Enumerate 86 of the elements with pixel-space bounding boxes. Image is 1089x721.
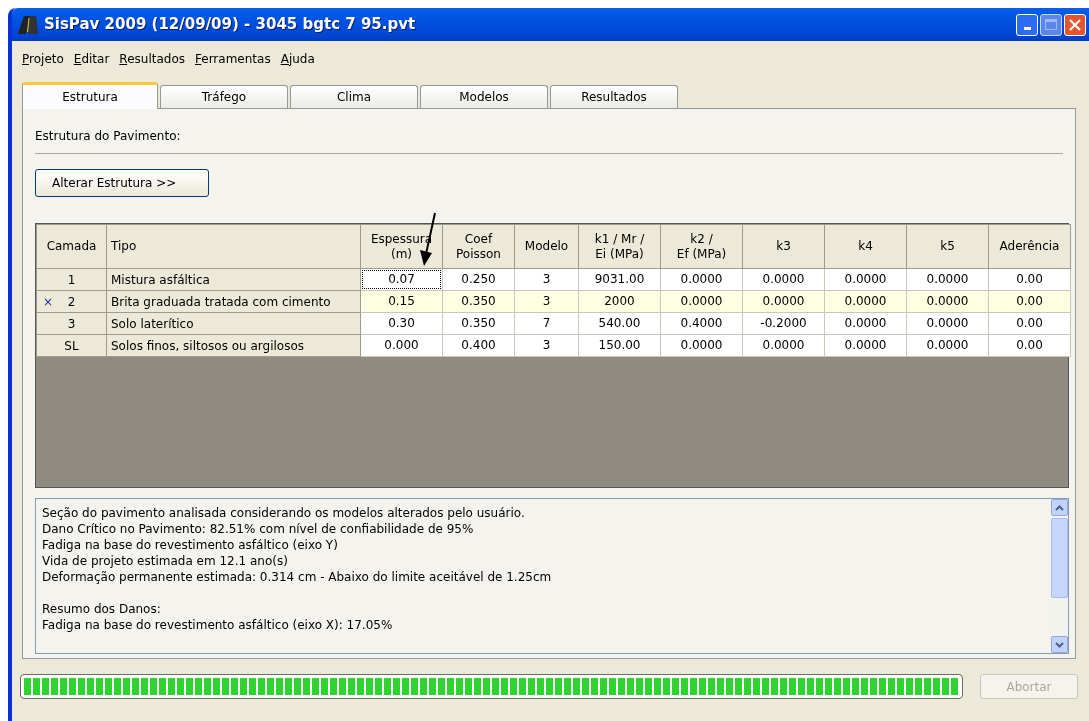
table-cell: Brita graduada tratada com cimento	[106, 290, 361, 313]
table-cell: SL	[36, 334, 107, 357]
tab[interactable]: Clima	[290, 85, 418, 108]
column-header[interactable]: k1 / Mr / Ei (MPa)	[578, 224, 661, 269]
row-marker: ×	[43, 293, 54, 311]
tab[interactable]: Modelos	[420, 85, 548, 108]
table-cell[interactable]: 0.0000	[744, 292, 823, 311]
table-cell[interactable]: 0.00	[990, 270, 1069, 289]
table-cell[interactable]: 0.0000	[826, 336, 905, 355]
menu-item[interactable]: Projeto	[18, 48, 68, 70]
column-header[interactable]: Tipo	[106, 224, 361, 269]
scrollbar[interactable]	[1051, 499, 1068, 653]
table-cell[interactable]: 3	[516, 270, 577, 289]
table-cell[interactable]: 0.250	[444, 270, 513, 289]
scroll-down-button[interactable]	[1051, 636, 1068, 653]
table-cell[interactable]: 0.0000	[908, 314, 987, 333]
table-cell[interactable]: 0.07	[362, 270, 441, 289]
table-cell[interactable]: 0.0000	[826, 292, 905, 311]
road-icon	[18, 15, 38, 34]
table-cell[interactable]: 0.00	[990, 336, 1069, 355]
table-cell[interactable]: 0.350	[444, 314, 513, 333]
menu-item[interactable]: Editar	[69, 48, 114, 70]
column-header[interactable]: k3	[742, 224, 825, 269]
table-cell[interactable]: 3	[516, 292, 577, 311]
window-title: SisPav 2009 (12/09/09) - 3045 bgtc 7 95.pvt	[44, 14, 416, 36]
table-cell[interactable]: 0.00	[990, 292, 1069, 311]
column-header[interactable]: k5	[906, 224, 989, 269]
column-header[interactable]: Coef Poisson	[442, 224, 515, 269]
table-cell[interactable]: 2000	[580, 292, 659, 311]
table-cell[interactable]: 0.0000	[662, 292, 741, 311]
close-button[interactable]	[1064, 13, 1086, 36]
table-cell: Solo laterítico	[106, 312, 361, 335]
table-cell: Solos finos, siltosos ou argilosos	[106, 334, 361, 357]
minimize-button[interactable]	[1016, 13, 1038, 36]
table-cell[interactable]: 0.0000	[826, 270, 905, 289]
caret-up-icon	[1055, 504, 1064, 511]
table-cell[interactable]: 0.0000	[908, 292, 987, 311]
table-cell[interactable]: 0.0000	[908, 336, 987, 355]
scroll-thumb[interactable]	[1051, 518, 1068, 598]
table-cell: 3	[36, 312, 107, 335]
caret-down-icon	[1055, 641, 1064, 648]
table-cell: 2 ×	[36, 290, 107, 313]
menu-item[interactable]: Ferramentas	[191, 48, 275, 70]
report-line: Deformação permanente estimada: 0.314 cm - Abaixo do limite aceitável de 1.25cm	[42, 569, 553, 585]
table-cell[interactable]: 0.0000	[744, 336, 823, 355]
report-line: Vida de projeto estimada em 12.1 ano(s)	[42, 553, 289, 569]
alter-structure-button[interactable]: Alterar Estrutura >>	[35, 169, 209, 197]
table-cell[interactable]: 0.0000	[662, 270, 741, 289]
report-line: Fadiga na base do revestimento asfáltico (eixo Y)	[42, 537, 339, 553]
report-line: Dano Crítico no Pavimento: 82.51% com nível de confiabilidade de 95%	[42, 521, 475, 537]
section-label: Estrutura do Pavimento:	[35, 128, 182, 143]
tab[interactable]: Resultados	[550, 85, 678, 108]
table-cell[interactable]: 0.0000	[662, 336, 741, 355]
maximize-button[interactable]	[1040, 13, 1062, 36]
table-cell[interactable]: 0.400	[444, 336, 513, 355]
table-cell: 1	[36, 268, 107, 291]
column-header[interactable]: k4	[824, 224, 907, 269]
column-header[interactable]: Modelo	[514, 224, 579, 269]
table-cell[interactable]: 9031.00	[580, 270, 659, 289]
close-icon	[1069, 18, 1081, 31]
column-header[interactable]: Aderência	[988, 224, 1071, 269]
table-cell[interactable]: 0.000	[362, 336, 441, 355]
table-cell[interactable]: 0.350	[444, 292, 513, 311]
table-cell[interactable]: 150.00	[580, 336, 659, 355]
menu-item[interactable]: Ajuda	[276, 48, 319, 70]
table-cell: Mistura asfáltica	[106, 268, 361, 291]
tab[interactable]: Estrutura	[22, 82, 158, 109]
report-line: Fadiga na base do revestimento asfáltico (eixo X): 17.05%	[42, 617, 394, 633]
table-cell[interactable]: 0.30	[362, 314, 441, 333]
column-header[interactable]: k2 / Ef (MPa)	[660, 224, 743, 269]
table-cell[interactable]: 3	[516, 336, 577, 355]
table-cell[interactable]: 0.0000	[826, 314, 905, 333]
table-cell[interactable]: -0.2000	[744, 314, 823, 333]
table-cell[interactable]: 0.0000	[744, 270, 823, 289]
table-cell[interactable]: 0.0000	[908, 270, 987, 289]
tab[interactable]: Tráfego	[160, 85, 288, 108]
table-cell[interactable]: 7	[516, 314, 577, 333]
report-line: Resumo dos Danos:	[42, 601, 162, 617]
table-cell[interactable]: 0.15	[362, 292, 441, 311]
table-cell[interactable]: 0.00	[990, 314, 1069, 333]
report-line: Seção do pavimento analisada considerando os modelos alterados pelo usuário.	[42, 505, 526, 521]
scroll-up-button[interactable]	[1051, 499, 1068, 516]
column-header[interactable]: Camada	[36, 224, 107, 269]
table-cell[interactable]: 0.4000	[662, 314, 741, 333]
table-cell[interactable]: 540.00	[580, 314, 659, 333]
menu-item[interactable]: Resultados	[115, 48, 189, 70]
